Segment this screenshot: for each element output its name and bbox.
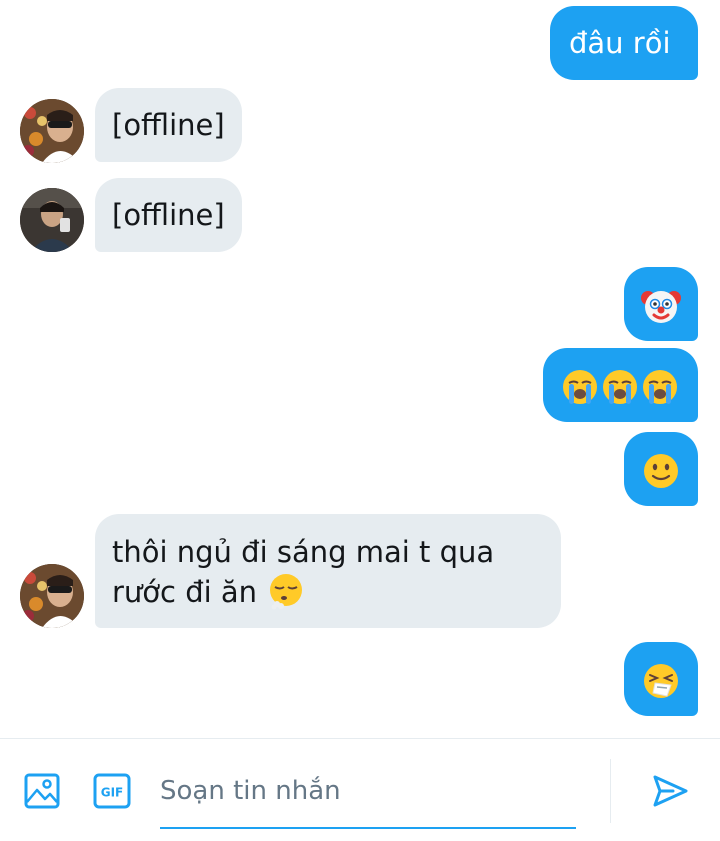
loudly-crying-face-emoji-icon xyxy=(563,370,597,404)
image-icon xyxy=(24,773,60,809)
message-composer: GIF Soạn tin nhắn xyxy=(0,738,720,841)
message-text: đâu rồi xyxy=(569,26,671,60)
loudly-crying-face-emoji-icon xyxy=(603,370,637,404)
avatar[interactable] xyxy=(20,188,84,252)
avatar-image xyxy=(20,564,84,628)
sneezing-face-emoji-icon xyxy=(644,664,678,698)
message-bubble-outgoing[interactable] xyxy=(624,267,698,341)
avatar-image xyxy=(20,188,84,252)
slightly-smiling-face-emoji-icon xyxy=(644,454,678,488)
add-image-button[interactable] xyxy=(20,769,64,813)
send-button[interactable] xyxy=(648,769,692,813)
message-text-line-2: rước đi ăn xyxy=(112,572,561,612)
message-bubble-incoming[interactable]: [offline] xyxy=(95,88,242,162)
loudly-crying-face-emoji-icon xyxy=(643,370,677,404)
composer-divider xyxy=(610,759,611,823)
avatar[interactable] xyxy=(20,99,84,163)
message-bubble-outgoing[interactable] xyxy=(624,642,698,716)
message-bubble-incoming[interactable]: thôi ngủ đi sáng mai t qua rước đi ăn xyxy=(95,514,561,628)
message-thread[interactable]: đâu rồi [offline] [offline] thôi ngủ đi … xyxy=(0,0,720,738)
avatar[interactable] xyxy=(20,564,84,628)
avatar-image xyxy=(20,99,84,163)
message-text-line: thôi ngủ đi sáng mai t qua xyxy=(112,535,495,569)
message-bubble-outgoing[interactable] xyxy=(624,432,698,506)
dm-conversation-screen: đâu rồi [offline] [offline] thôi ngủ đi … xyxy=(0,0,720,841)
message-input[interactable]: Soạn tin nhắn xyxy=(160,769,576,829)
add-gif-button[interactable]: GIF xyxy=(90,769,134,813)
message-text: [offline] xyxy=(112,198,225,232)
message-bubble-outgoing[interactable] xyxy=(543,348,698,422)
clown-face-emoji-icon xyxy=(641,291,681,323)
face-exhaling-emoji-icon xyxy=(270,574,303,610)
gif-icon: GIF xyxy=(93,773,131,809)
message-input-placeholder: Soạn tin nhắn xyxy=(160,776,341,806)
send-icon xyxy=(653,775,688,807)
message-text: rước đi ăn xyxy=(112,575,258,609)
gif-label: GIF xyxy=(101,786,124,800)
message-bubble-outgoing[interactable]: đâu rồi xyxy=(550,6,698,80)
message-text: [offline] xyxy=(112,108,225,142)
message-bubble-incoming[interactable]: [offline] xyxy=(95,178,242,252)
